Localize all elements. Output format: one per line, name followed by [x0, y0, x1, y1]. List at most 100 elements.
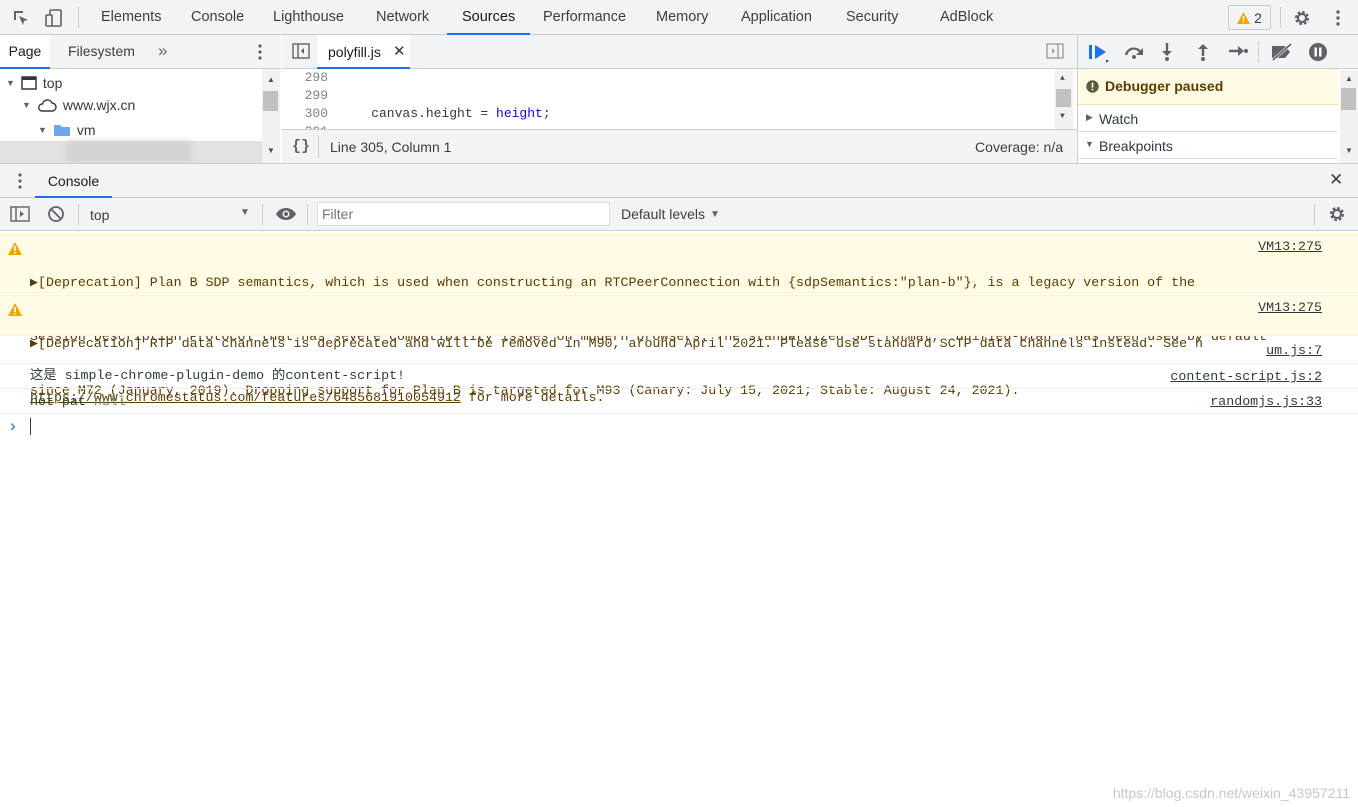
tab-console[interactable]: Console [191, 0, 244, 34]
source-link[interactable]: um.js:7 [1266, 343, 1322, 358]
console-prompt[interactable]: › [0, 414, 1358, 440]
toolbar-divider [1258, 41, 1259, 63]
line-number[interactable]: 300 [282, 105, 328, 123]
console-log-message[interactable]: um.js:7 [0, 338, 1358, 364]
console-settings-gear-icon[interactable] [1328, 205, 1346, 226]
scroll-down-arrow-icon[interactable]: ▼ [1345, 146, 1353, 155]
toggle-debugger-sidebar-icon[interactable] [1046, 43, 1064, 62]
scrollbar-thumb[interactable] [263, 91, 278, 111]
console-warning-message[interactable]: ▶[Deprecation] RTP data channels is depr… [0, 295, 1358, 405]
context-value: top [90, 207, 110, 223]
chevron-down-icon: ▼ [710, 208, 720, 220]
drawer-menu-kebab-icon[interactable] [18, 173, 22, 192]
editor-file-tab[interactable]: polyfill.js ✕ [317, 35, 410, 69]
settings-gear-icon[interactable] [1292, 8, 1312, 28]
toolbar-divider [262, 204, 263, 225]
toolbar-divider [318, 136, 319, 158]
section-label: Breakpoints [1099, 138, 1173, 154]
live-expression-eye-icon[interactable] [275, 207, 297, 224]
tab-network[interactable]: Network [376, 0, 429, 34]
console-log-message[interactable]: not pat null randomjs.js:33 [0, 389, 1358, 414]
close-tab-icon[interactable]: ✕ [393, 42, 406, 60]
tab-memory[interactable]: Memory [656, 0, 708, 34]
levels-label: Default levels [621, 206, 706, 222]
log-levels-dropdown[interactable]: Default levels ▼ [621, 206, 720, 222]
warning-count: 2 [1254, 9, 1262, 26]
deactivate-breakpoints-icon[interactable] [1270, 42, 1294, 64]
scroll-up-arrow-icon[interactable]: ▲ [267, 75, 275, 84]
window-icon [21, 76, 37, 90]
more-options-kebab-icon[interactable] [1328, 8, 1348, 28]
sidebar-scrollbar[interactable]: ▲ ▼ [1340, 70, 1358, 163]
inspect-element-icon[interactable] [11, 8, 31, 28]
coverage-status[interactable]: Coverage: n/a [975, 139, 1063, 155]
more-tabs-chevron-icon[interactable]: » [158, 35, 167, 69]
tree-item-domain[interactable]: ▼ www.wjx.cn [22, 95, 135, 115]
tab-sources[interactable]: Sources [447, 0, 531, 35]
step-over-icon[interactable] [1123, 44, 1145, 63]
tab-adblock[interactable]: AdBlock [940, 0, 993, 34]
line-number[interactable]: 298 [282, 69, 328, 87]
expand-triangle-icon[interactable]: ▼ [22, 100, 31, 110]
toolbar-divider [1314, 204, 1315, 225]
collapsed-triangle-icon[interactable]: ▶ [1086, 112, 1093, 123]
tree-item-folder[interactable]: ▼ vm [38, 120, 96, 140]
source-link[interactable]: content-script.js:2 [1170, 369, 1322, 384]
message-line: ▶[Deprecation] Plan B SDP semantics, whi… [30, 275, 1196, 290]
debugger-toolbar [1078, 35, 1358, 69]
toolbar-divider [78, 204, 79, 225]
scroll-up-arrow-icon[interactable]: ▲ [1345, 74, 1353, 83]
filter-input[interactable] [317, 202, 610, 226]
line-number[interactable]: 299 [282, 87, 328, 105]
close-drawer-icon[interactable]: ✕ [1329, 170, 1343, 190]
tab-application[interactable]: Application [741, 0, 812, 34]
navigator-scrollbar[interactable]: ▲ ▼ [262, 69, 280, 163]
tree-item-top[interactable]: ▼ top [6, 73, 62, 93]
step-icon[interactable] [1228, 44, 1248, 61]
navigator-menu-kebab-icon[interactable] [258, 44, 262, 63]
editor-scrollbar[interactable]: ▲ ▼ [1055, 69, 1073, 129]
warnings-counter-button[interactable]: 2 [1228, 5, 1271, 30]
scrollbar-thumb[interactable] [1056, 89, 1071, 107]
source-link[interactable]: VM13:275 [1258, 239, 1322, 254]
tab-elements[interactable]: Elements [101, 0, 161, 34]
resume-icon[interactable] [1088, 43, 1110, 66]
scroll-down-arrow-icon[interactable]: ▼ [267, 146, 275, 155]
tree-item-label: top [42, 75, 63, 91]
console-warning-message[interactable]: ▶[Deprecation] Plan B SDP semantics, whi… [0, 234, 1358, 398]
source-link[interactable]: randomjs.js:33 [1210, 394, 1322, 409]
context-selector[interactable]: top ▼ [80, 201, 256, 228]
drawer-tabbar: Console ✕ [0, 163, 1358, 198]
watch-section-header[interactable]: ▶ Watch [1078, 106, 1338, 132]
tree-item-selected[interactable] [0, 141, 262, 163]
pretty-print-icon[interactable]: {} [292, 138, 310, 155]
show-sidebar-icon[interactable] [10, 206, 30, 225]
step-into-icon[interactable] [1161, 42, 1173, 65]
expand-triangle-icon[interactable]: ▼ [1085, 139, 1094, 149]
device-toolbar-icon[interactable] [44, 8, 64, 28]
toggle-navigator-icon[interactable] [292, 43, 310, 62]
clear-console-icon[interactable] [47, 205, 65, 226]
tab-security[interactable]: Security [846, 0, 898, 34]
tab-performance[interactable]: Performance [543, 0, 626, 34]
console-log-message[interactable]: 这是 simple-chrome-plugin-demo 的content-sc… [0, 364, 1358, 389]
expand-triangle-icon[interactable]: ▼ [6, 78, 15, 88]
info-icon [1086, 80, 1099, 93]
tab-filesystem[interactable]: Filesystem [68, 35, 135, 69]
console-toolbar: top ▼ Default levels ▼ [0, 198, 1358, 231]
scroll-up-arrow-icon[interactable]: ▲ [1060, 74, 1065, 83]
navigator-tabbar: Page Filesystem » [0, 35, 281, 69]
code-editor[interactable]: 298 299 300 301 canvas.height = height; … [282, 69, 1077, 129]
scrollbar-thumb[interactable] [1341, 88, 1356, 110]
warning-icon [8, 242, 22, 255]
pause-on-exceptions-icon[interactable] [1308, 42, 1328, 65]
expand-triangle-icon[interactable]: ▼ [38, 125, 47, 135]
breakpoints-section-header[interactable]: ▼ Breakpoints [1078, 133, 1338, 159]
tab-page[interactable]: Page [0, 35, 50, 69]
log-text: not pat [30, 394, 86, 409]
source-link[interactable]: VM13:275 [1258, 300, 1322, 315]
step-out-icon[interactable] [1197, 42, 1209, 65]
scroll-down-arrow-icon[interactable]: ▼ [1060, 112, 1065, 121]
drawer-tab-console[interactable]: Console [35, 164, 112, 198]
tab-lighthouse[interactable]: Lighthouse [273, 0, 344, 34]
